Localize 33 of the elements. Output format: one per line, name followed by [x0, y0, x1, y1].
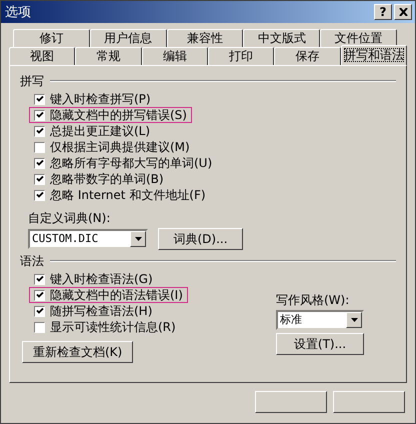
field-label: 写作风格(W): [276, 293, 350, 307]
tab[interactable]: 视图 [9, 47, 76, 65]
tab[interactable]: 中文版式 [243, 29, 320, 47]
window-title: 选项 [5, 4, 32, 21]
tab[interactable]: 文件位置 [320, 29, 397, 47]
tab[interactable]: 打印 [208, 47, 274, 65]
tab[interactable]: 编辑 [142, 47, 208, 65]
checkbox-label[interactable]: 隐藏文档中的语法错误(I) [50, 288, 183, 302]
style-dropdown[interactable]: 标准 [276, 310, 364, 330]
checkbox-label[interactable]: 总提出更正建议(L) [50, 124, 150, 138]
checkbox-label[interactable]: 键入时检查语法(G) [50, 272, 153, 286]
field-label: 自定义词典(N): [28, 211, 110, 225]
settings-button[interactable]: 设置(T)... [276, 333, 364, 355]
tab[interactable]: 保存 [274, 47, 341, 65]
tab[interactable]: 兼容性 [166, 29, 244, 47]
group-title: 语法 [20, 254, 44, 268]
tab[interactable]: 用户信息 [90, 29, 167, 47]
checkbox-label[interactable]: 随拼写检查语法(H) [50, 304, 152, 318]
checkbox-label[interactable]: 键入时检查拼写(P) [50, 92, 151, 106]
tab[interactable]: 修订 [13, 29, 90, 47]
tab[interactable]: 常规 [75, 47, 142, 65]
dictionary-dropdown[interactable]: CUSTOM.DIC [28, 229, 148, 249]
dictionary-button[interactable]: 词典(D)... [158, 228, 243, 250]
checkbox-label[interactable]: 显示可读性统计信息(R) [50, 320, 176, 334]
help-button[interactable]: ? [374, 4, 392, 20]
checkbox-label[interactable]: 忽略带数字的单词(B) [50, 172, 164, 186]
recheck-button[interactable]: 重新检查文档(K) [22, 341, 134, 363]
group-title: 拼写 [20, 74, 44, 88]
checkbox-label[interactable]: 忽略 Internet 和文件地址(F) [50, 188, 206, 202]
checkbox-label[interactable]: 隐藏文档中的拼写错误(S) [50, 108, 187, 122]
checkbox-label[interactable]: 仅根据主词典提供建议(M) [50, 140, 190, 154]
checkbox-label[interactable]: 忽略所有字母都大写的单词(U) [50, 156, 212, 170]
tab[interactable]: 拼写和语法 [340, 45, 407, 65]
